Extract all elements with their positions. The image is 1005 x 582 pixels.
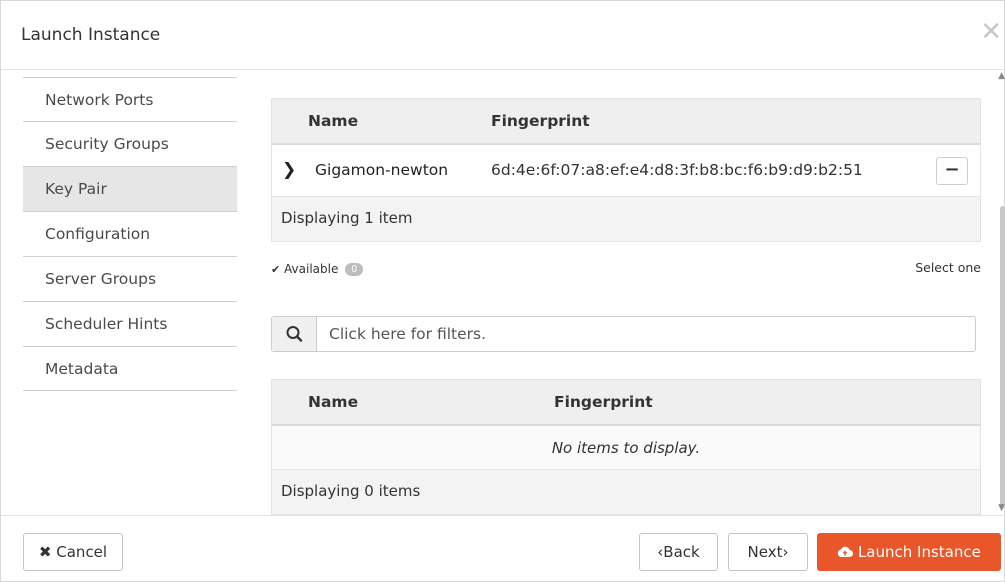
next-button[interactable]: Next› bbox=[728, 533, 808, 571]
table-row: ❯ Gigamon-newton 6d:4e:6f:07:a8:ef:e4:d8… bbox=[272, 145, 980, 197]
available-count-text: Displaying 0 items bbox=[281, 482, 421, 500]
chevron-right-icon[interactable]: ❯ bbox=[282, 160, 296, 180]
available-header-row: Name Fingerprint bbox=[272, 380, 980, 426]
nav-item-server-groups[interactable]: Server Groups bbox=[23, 256, 237, 301]
empty-message: No items to display. bbox=[272, 426, 980, 470]
select-one-hint: Select one bbox=[915, 260, 981, 275]
nav-item-metadata[interactable]: Metadata bbox=[23, 346, 237, 391]
cloud-upload-icon bbox=[837, 543, 858, 561]
allocated-header-row: Name Fingerprint bbox=[272, 99, 980, 145]
back-label: Back bbox=[663, 543, 700, 561]
back-button[interactable]: ‹Back bbox=[639, 533, 718, 571]
available-table: Name Fingerprint No items to display. Di… bbox=[271, 379, 981, 515]
close-icon[interactable]: ✕ bbox=[980, 19, 1002, 45]
cancel-label: Cancel bbox=[56, 543, 108, 561]
wizard-nav: Network Ports Security Groups Key Pair C… bbox=[23, 77, 237, 391]
cancel-button[interactable]: ✖ Cancel bbox=[23, 533, 123, 571]
column-header-fingerprint: Fingerprint bbox=[491, 112, 590, 130]
key-pair-fingerprint: 6d:4e:6f:07:a8:ef:e4:d8:3f:b8:bc:f6:b9:d… bbox=[491, 161, 863, 179]
available-count-badge: 0 bbox=[345, 263, 364, 276]
dialog-body: Network Ports Security Groups Key Pair C… bbox=[1, 71, 1005, 515]
dialog-header: Launch Instance ✕ bbox=[1, 1, 1005, 70]
key-pair-name: Gigamon-newton bbox=[315, 161, 449, 179]
allocated-footer: Displaying 1 item bbox=[272, 197, 980, 241]
allocated-count-text: Displaying 1 item bbox=[281, 209, 413, 227]
launch-instance-button[interactable]: Launch Instance bbox=[817, 533, 1001, 571]
scroll-down-icon[interactable]: ▼ bbox=[998, 503, 1005, 513]
chevron-down-icon: ✔︎ bbox=[271, 263, 281, 276]
available-label: Available bbox=[284, 262, 339, 276]
nav-item-scheduler-hints[interactable]: Scheduler Hints bbox=[23, 301, 237, 346]
nav-item-key-pair[interactable]: Key Pair bbox=[23, 166, 237, 211]
nav-item-security-groups[interactable]: Security Groups bbox=[23, 121, 237, 166]
chevron-right-icon: › bbox=[782, 543, 789, 561]
filter-box bbox=[271, 316, 976, 352]
close-icon: ✖ bbox=[38, 543, 52, 561]
column-header-name: Name bbox=[308, 393, 359, 411]
deallocate-button[interactable]: − bbox=[936, 157, 968, 185]
scrollbar-thumb[interactable] bbox=[1000, 206, 1005, 506]
available-toggle[interactable]: ✔︎ Available 0 bbox=[271, 262, 364, 276]
allocated-table: Name Fingerprint ❯ Gigamon-newton 6d:4e:… bbox=[271, 98, 981, 242]
search-icon bbox=[272, 317, 317, 351]
dialog-footer: ✖ Cancel ‹Back Next› Launch Instance bbox=[1, 515, 1005, 582]
scrollbar[interactable]: ▲ ▼ bbox=[998, 71, 1005, 515]
scroll-up-icon[interactable]: ▲ bbox=[998, 71, 1005, 81]
dialog-title: Launch Instance bbox=[21, 25, 161, 45]
minus-icon: − bbox=[944, 159, 960, 180]
column-header-name: Name bbox=[308, 112, 359, 130]
filter-input[interactable] bbox=[319, 317, 969, 351]
available-footer: Displaying 0 items bbox=[272, 470, 980, 514]
nav-item-configuration[interactable]: Configuration bbox=[23, 211, 237, 256]
launch-label: Launch Instance bbox=[857, 543, 981, 561]
next-label: Next bbox=[747, 543, 783, 561]
nav-item-network-ports[interactable]: Network Ports bbox=[23, 77, 237, 121]
column-header-fingerprint: Fingerprint bbox=[554, 393, 653, 411]
launch-instance-dialog: Launch Instance ✕ Network Ports Security… bbox=[0, 0, 1005, 582]
